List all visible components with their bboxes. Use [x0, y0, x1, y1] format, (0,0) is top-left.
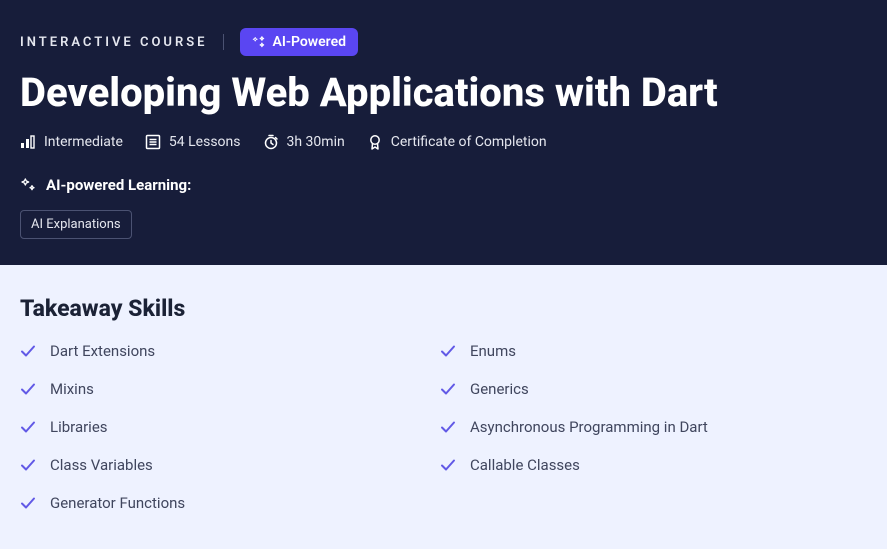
check-icon [20, 381, 36, 397]
skill-item: Generator Functions [20, 494, 440, 512]
skill-label: Mixins [50, 380, 94, 398]
certificate-icon [367, 134, 383, 150]
course-hero: INTERACTIVE COURSE AI-Powered Developing… [0, 0, 887, 265]
skill-label: Asynchronous Programming in Dart [470, 418, 708, 436]
check-icon [440, 381, 456, 397]
takeaway-skills-section: Takeaway Skills Dart Extensions Enums Mi… [0, 265, 887, 532]
skill-label: Enums [470, 342, 516, 360]
check-icon [20, 495, 36, 511]
sparkle-icon [20, 177, 36, 193]
divider [223, 34, 224, 50]
check-icon [20, 457, 36, 473]
skill-item: Class Variables [20, 456, 440, 474]
skill-item-empty [440, 494, 867, 512]
skill-item: Enums [440, 342, 867, 360]
course-meta-row: Intermediate 54 Lessons 3h 30min [20, 134, 867, 150]
bars-icon [20, 134, 36, 150]
skill-item: Callable Classes [440, 456, 867, 474]
skill-label: Dart Extensions [50, 342, 155, 360]
tags-row: AI Explanations [20, 210, 867, 239]
course-type-kicker: INTERACTIVE COURSE [20, 35, 207, 50]
skill-item: Asynchronous Programming in Dart [440, 418, 867, 436]
skill-label: Libraries [50, 418, 108, 436]
course-title: Developing Web Applications with Dart [20, 70, 867, 116]
ai-learning-label: AI-powered Learning: [46, 176, 191, 194]
sparkle-icon [252, 35, 266, 49]
ai-learning-label-row: AI-powered Learning: [20, 176, 867, 194]
check-icon [440, 343, 456, 359]
check-icon [20, 343, 36, 359]
skill-label: Generator Functions [50, 494, 185, 512]
meta-lessons: 54 Lessons [145, 134, 241, 150]
tag-ai-explanations[interactable]: AI Explanations [20, 210, 132, 239]
meta-duration: 3h 30min [263, 134, 345, 150]
skill-item: Libraries [20, 418, 440, 436]
skill-label: Callable Classes [470, 456, 580, 474]
clock-icon [263, 134, 279, 150]
meta-lessons-text: 54 Lessons [169, 134, 241, 150]
skill-label: Class Variables [50, 456, 153, 474]
skill-item: Mixins [20, 380, 440, 398]
badge-row: INTERACTIVE COURSE AI-Powered [20, 28, 867, 56]
skill-label: Generics [470, 380, 529, 398]
skills-heading: Takeaway Skills [20, 295, 867, 322]
list-icon [145, 134, 161, 150]
check-icon [440, 457, 456, 473]
meta-level: Intermediate [20, 134, 123, 150]
skills-grid: Dart Extensions Enums Mixins Generics Li… [20, 342, 867, 512]
skill-item: Dart Extensions [20, 342, 440, 360]
ai-badge-label: AI-Powered [272, 34, 346, 50]
meta-certificate-text: Certificate of Completion [391, 134, 547, 150]
meta-duration-text: 3h 30min [287, 134, 345, 150]
meta-level-text: Intermediate [44, 134, 123, 150]
skill-item: Generics [440, 380, 867, 398]
check-icon [20, 419, 36, 435]
check-icon [440, 419, 456, 435]
ai-powered-badge: AI-Powered [240, 28, 358, 56]
meta-certificate: Certificate of Completion [367, 134, 547, 150]
